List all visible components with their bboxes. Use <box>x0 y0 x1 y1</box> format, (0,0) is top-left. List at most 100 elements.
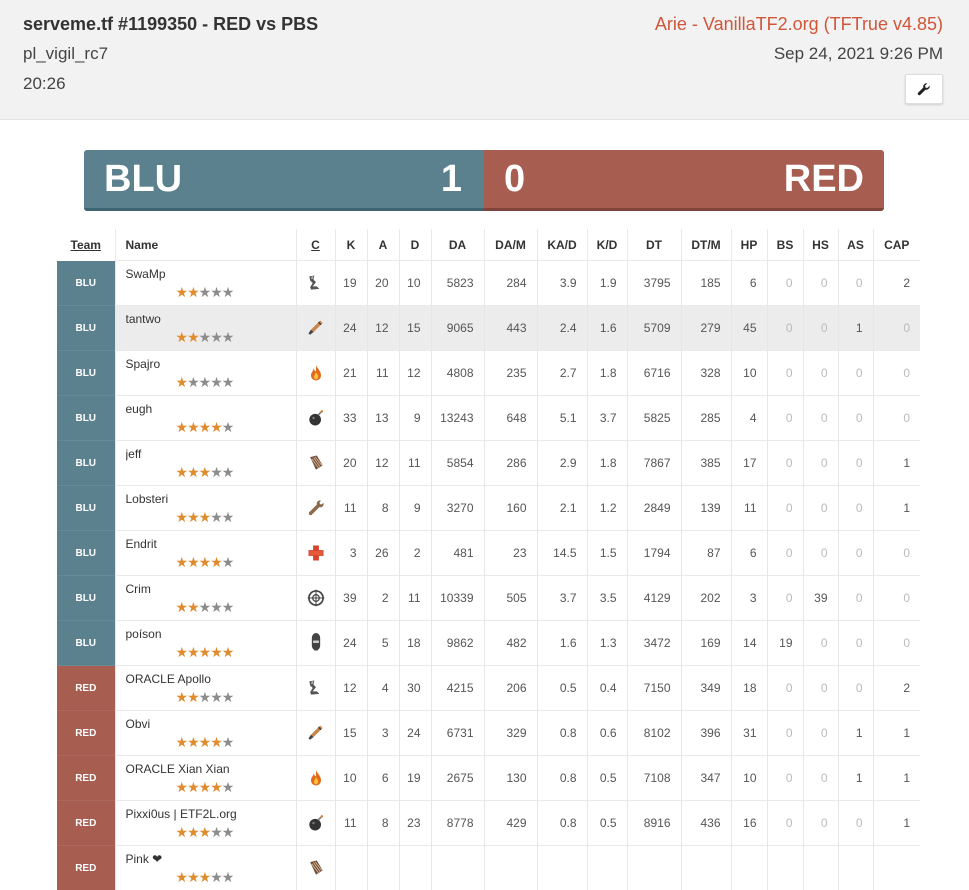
col-damage-taken[interactable]: DT <box>627 229 681 261</box>
col-headshots[interactable]: HS <box>803 229 838 261</box>
stat-assists: 12 <box>367 306 399 351</box>
player-cell[interactable]: Crim★★★★★ <box>115 576 296 621</box>
stat-airshots: 0 <box>838 531 873 576</box>
player-name[interactable]: SwaMp <box>126 267 296 283</box>
player-cell[interactable]: Spajro ★★★★★ <box>115 351 296 396</box>
table-row[interactable]: BLUSwaMp★★★★★19201058232843.91.937951856… <box>57 261 920 306</box>
player-cell[interactable]: jeff ★★★★★ <box>115 441 296 486</box>
player-name[interactable]: Obvi <box>126 717 296 733</box>
col-airshots[interactable]: AS <box>838 229 873 261</box>
team-badge: BLU <box>57 621 115 666</box>
class-icon-cell <box>296 666 335 711</box>
rating-stars: ★★★★★ <box>176 375 296 389</box>
stat-damage-taken-per-min: 385 <box>681 441 731 486</box>
player-name[interactable]: Endrit <box>126 537 296 553</box>
team-badge: RED <box>57 711 115 756</box>
player-cell[interactable]: Obvi★★★★★ <box>115 711 296 756</box>
player-name[interactable]: ORACLE Apollo <box>126 672 296 688</box>
stat-kills: 19 <box>335 261 367 306</box>
col-class[interactable]: C <box>296 229 335 261</box>
col-kad[interactable]: KA/D <box>537 229 587 261</box>
settings-button[interactable] <box>905 74 943 104</box>
table-row[interactable]: BLUCrim★★★★★39211103395053.73.5412920230… <box>57 576 920 621</box>
stat-damage-taken: 3795 <box>627 261 681 306</box>
table-row[interactable]: REDPink ❤★★★★★ <box>57 846 920 890</box>
col-damage-per-min[interactable]: DA/M <box>484 229 537 261</box>
player-name[interactable]: Crim <box>126 582 296 598</box>
table-row[interactable]: BLUtantwo★★★★★24121590654432.41.65709279… <box>57 306 920 351</box>
stat-kad: 0.5 <box>537 666 587 711</box>
stat-kd: 1.9 <box>587 261 627 306</box>
col-captures[interactable]: CAP <box>873 229 920 261</box>
stat-healthpacks: 45 <box>731 306 767 351</box>
soldier-class-icon <box>306 723 326 743</box>
player-cell[interactable]: SwaMp ★★★★★ <box>115 261 296 306</box>
col-healthpacks[interactable]: HP <box>731 229 767 261</box>
rating-stars: ★★★★★ <box>176 465 296 479</box>
col-kills[interactable]: K <box>335 229 367 261</box>
col-damage[interactable]: DA <box>431 229 484 261</box>
stat-damage-taken: 7150 <box>627 666 681 711</box>
table-row[interactable]: REDORACLE Xian Xian★★★★★1061926751300.80… <box>57 756 920 801</box>
table-row[interactable]: REDObvi★★★★★1532467313290.80.68102396310… <box>57 711 920 756</box>
stat-damage: 2675 <box>431 756 484 801</box>
player-cell[interactable]: eugh★★★★★ <box>115 396 296 441</box>
player-stats-table: Team Name C K A D DA DA/M KA/D K/D DT DT… <box>57 229 920 890</box>
stat-healthpacks: 10 <box>731 351 767 396</box>
stat-headshots: 0 <box>803 306 838 351</box>
stat-damage: 5854 <box>431 441 484 486</box>
player-name[interactable]: Lobsteri <box>126 492 296 508</box>
player-name[interactable]: jeff <box>126 447 296 463</box>
col-team[interactable]: Team <box>57 229 115 261</box>
rating-stars: ★★★★★ <box>176 285 296 299</box>
medic-class-icon <box>306 543 326 563</box>
player-name[interactable]: Pixxi0us | ETF2L.org <box>126 807 296 823</box>
stat-kad: 2.1 <box>537 486 587 531</box>
stat-healthpacks: 17 <box>731 441 767 486</box>
stat-damage-per-min: 23 <box>484 531 537 576</box>
stat-damage-taken-per-min: 285 <box>681 396 731 441</box>
stat-healthpacks: 14 <box>731 621 767 666</box>
player-cell[interactable]: poíson★★★★★ <box>115 621 296 666</box>
stat-captures: 1 <box>873 756 920 801</box>
table-row[interactable]: BLUSpajro★★★★★21111248082352.71.86716328… <box>57 351 920 396</box>
table-row[interactable]: REDORACLE Apollo★★★★★1243042152060.50.47… <box>57 666 920 711</box>
player-name[interactable]: Pink ❤ <box>126 852 296 868</box>
stat-healthpacks: 4 <box>731 396 767 441</box>
col-damage-taken-per-min[interactable]: DT/M <box>681 229 731 261</box>
table-row[interactable]: BLUjeff★★★★★20121158542862.91.8786738517… <box>57 441 920 486</box>
player-cell[interactable]: tantwo★★★★★ <box>115 306 296 351</box>
player-cell[interactable]: Pink ❤★★★★★ <box>115 846 296 890</box>
player-name[interactable]: eugh <box>126 402 296 418</box>
player-rows: BLUSwaMp★★★★★19201058232843.91.937951856… <box>57 261 920 890</box>
stat-assists: 12 <box>367 441 399 486</box>
player-cell[interactable]: Lobsteri★★★★★ <box>115 486 296 531</box>
col-name[interactable]: Name <box>115 229 296 261</box>
col-backstabs[interactable]: BS <box>767 229 803 261</box>
player-name[interactable]: ORACLE Xian Xian <box>126 762 296 778</box>
stat-damage-per-min: 206 <box>484 666 537 711</box>
player-cell[interactable]: ORACLE Apollo★★★★★ <box>115 666 296 711</box>
table-row[interactable]: BLUpoíson★★★★★2451898624821.61.334721691… <box>57 621 920 666</box>
stat-damage-taken-per-min: 185 <box>681 261 731 306</box>
blu-score-panel: BLU 1 <box>84 150 484 211</box>
stat-assists: 6 <box>367 756 399 801</box>
stat-kd: 1.6 <box>587 306 627 351</box>
player-name[interactable]: tantwo <box>126 312 296 328</box>
player-name[interactable]: Spajro <box>126 357 296 373</box>
player-name[interactable]: poíson <box>126 627 296 643</box>
player-cell[interactable]: Endrit★★★★★ <box>115 531 296 576</box>
player-cell[interactable]: ORACLE Xian Xian★★★★★ <box>115 756 296 801</box>
pyro-class-icon <box>306 768 326 788</box>
table-row[interactable]: BLUEndrit★★★★★32624812314.51.51794876000… <box>57 531 920 576</box>
col-kd[interactable]: K/D <box>587 229 627 261</box>
stat-assists: 13 <box>367 396 399 441</box>
col-assists[interactable]: A <box>367 229 399 261</box>
player-cell[interactable]: Pixxi0us | ETF2L.org★★★★★ <box>115 801 296 846</box>
table-row[interactable]: BLULobsteri★★★★★118932701602.11.22849139… <box>57 486 920 531</box>
table-row[interactable]: BLUeugh★★★★★33139132436485.13.7582528540… <box>57 396 920 441</box>
col-deaths[interactable]: D <box>399 229 431 261</box>
stat-damage: 5823 <box>431 261 484 306</box>
stat-deaths: 19 <box>399 756 431 801</box>
table-row[interactable]: REDPixxi0us | ETF2L.org★★★★★118238778429… <box>57 801 920 846</box>
